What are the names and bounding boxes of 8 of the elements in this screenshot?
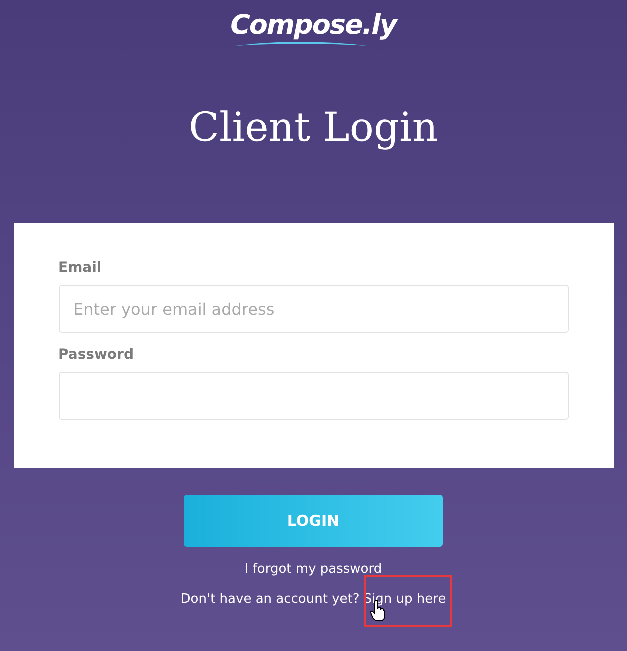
input-field[interactable]: Enter your email address bbox=[58, 285, 568, 333]
field-label: Password bbox=[58, 347, 135, 363]
field-label: Email bbox=[58, 260, 103, 276]
page-title: Client Login bbox=[188, 105, 438, 153]
signup-prompt: Don't have an account yet? bbox=[180, 592, 360, 607]
input-field[interactable] bbox=[58, 372, 568, 420]
logo-text: Compose.ly bbox=[230, 10, 396, 41]
forgot-password-link[interactable]: I forgot my password bbox=[244, 562, 382, 577]
